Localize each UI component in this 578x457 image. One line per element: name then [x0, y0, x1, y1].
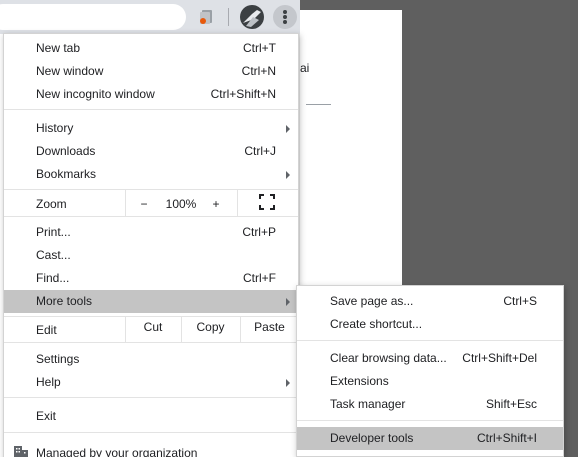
menu-divider [297, 420, 563, 421]
menu-divider [4, 397, 298, 398]
address-bar[interactable] [0, 4, 186, 30]
kebab-menu-icon[interactable] [273, 5, 297, 29]
chrome-menu: New tab Ctrl+T New window Ctrl+N New inc… [3, 33, 299, 457]
submenu-item-save-page[interactable]: Save page as... Ctrl+S [297, 290, 563, 313]
zoom-out-button[interactable]: − [136, 197, 152, 211]
menu-item-settings[interactable]: Settings [4, 348, 298, 371]
menu-item-help[interactable]: Help [4, 371, 298, 394]
menu-item-label: Bookmarks [36, 167, 97, 181]
menu-item-label: New tab [36, 41, 81, 55]
menu-divider [297, 340, 563, 341]
menu-item-label: Help [36, 375, 61, 389]
menu-item-new-window[interactable]: New window Ctrl+N [4, 60, 298, 83]
extension-icon[interactable] [198, 9, 214, 25]
menu-item-label: Find... [36, 271, 70, 285]
submenu-item-clear-browsing-data[interactable]: Clear browsing data... Ctrl+Shift+Del [297, 347, 563, 370]
menu-item-label: Managed by your organization [36, 446, 198, 457]
menu-item-label: History [36, 121, 74, 135]
menu-item-shortcut: Ctrl+J [244, 144, 276, 158]
menu-item-label: Zoom [36, 197, 67, 211]
submenu-arrow-icon [286, 125, 290, 133]
menu-item-shortcut: Ctrl+N [241, 64, 276, 78]
menu-item-label: Cast... [36, 248, 71, 262]
menu-item-print[interactable]: Print... Ctrl+P [4, 221, 298, 244]
building-icon [14, 446, 28, 457]
menu-item-downloads[interactable]: Downloads Ctrl+J [4, 140, 298, 163]
menu-divider [4, 342, 298, 343]
submenu-arrow-icon [286, 171, 290, 179]
submenu-arrow-icon [286, 379, 290, 387]
menu-item-label: Extensions [330, 374, 389, 388]
menu-divider [4, 432, 298, 433]
menu-item-shortcut: Ctrl+Shift+N [210, 87, 276, 101]
menu-item-shortcut: Ctrl+F [243, 271, 276, 285]
menu-item-label: Downloads [36, 144, 96, 158]
menu-item-label: Save page as... [330, 294, 414, 308]
submenu-arrow-icon [286, 298, 290, 306]
menu-item-label: Create shortcut... [330, 317, 423, 331]
menu-item-history[interactable]: History [4, 117, 298, 140]
menu-item-label: New window [36, 64, 104, 78]
paste-button[interactable]: Paste [241, 320, 298, 340]
profile-avatar-icon[interactable] [240, 5, 264, 29]
submenu-item-create-shortcut[interactable]: Create shortcut... [297, 313, 563, 336]
menu-divider [4, 316, 298, 317]
menu-item-label: New incognito window [36, 87, 155, 101]
menu-item-label: Exit [36, 409, 57, 423]
menu-item-label: Task manager [330, 397, 406, 411]
menu-item-shortcut: Ctrl+Shift+Del [462, 351, 537, 365]
page-underline [306, 104, 331, 105]
menu-item-cast[interactable]: Cast... [4, 244, 298, 267]
menu-item-exit[interactable]: Exit [4, 405, 298, 428]
menu-item-managed[interactable]: Managed by your organization [4, 442, 298, 457]
menu-item-label: Print... [36, 225, 71, 239]
menu-item-find[interactable]: Find... Ctrl+F [4, 267, 298, 290]
menu-item-label: Developer tools [330, 431, 414, 445]
menu-divider [4, 189, 298, 190]
page-text-fragment: ai [300, 61, 310, 75]
fullscreen-icon[interactable] [259, 194, 275, 210]
menu-item-new-incognito[interactable]: New incognito window Ctrl+Shift+N [4, 83, 298, 106]
menu-item-shortcut: Ctrl+Shift+I [476, 431, 537, 445]
copy-button[interactable]: Copy [182, 320, 239, 340]
menu-item-more-tools[interactable]: More tools [4, 290, 298, 313]
more-tools-submenu: Save page as... Ctrl+S Create shortcut..… [296, 285, 564, 457]
menu-item-bookmarks[interactable]: Bookmarks [4, 163, 298, 186]
menu-item-shortcut: Shift+Esc [485, 397, 537, 411]
submenu-item-extensions[interactable]: Extensions [297, 370, 563, 393]
toolbar-divider [228, 8, 229, 26]
menu-item-shortcut: Ctrl+T [243, 41, 276, 55]
menu-item-shortcut: Ctrl+S [503, 294, 537, 308]
menu-divider [4, 216, 298, 217]
zoom-divider [237, 190, 238, 216]
zoom-in-button[interactable]: + [208, 197, 224, 211]
submenu-item-task-manager[interactable]: Task manager Shift+Esc [297, 393, 563, 416]
menu-divider [4, 109, 298, 110]
submenu-item-developer-tools[interactable]: Developer tools Ctrl+Shift+I [297, 427, 563, 450]
menu-item-label: Edit [36, 323, 57, 337]
zoom-divider [125, 190, 126, 216]
cut-button[interactable]: Cut [126, 320, 180, 340]
menu-item-new-tab[interactable]: New tab Ctrl+T [4, 37, 298, 60]
menu-item-label: Settings [36, 352, 80, 366]
menu-item-shortcut: Ctrl+P [242, 225, 276, 239]
menu-item-label: More tools [36, 294, 93, 308]
menu-item-label: Clear browsing data... [330, 351, 447, 365]
zoom-level: 100% [165, 197, 197, 211]
